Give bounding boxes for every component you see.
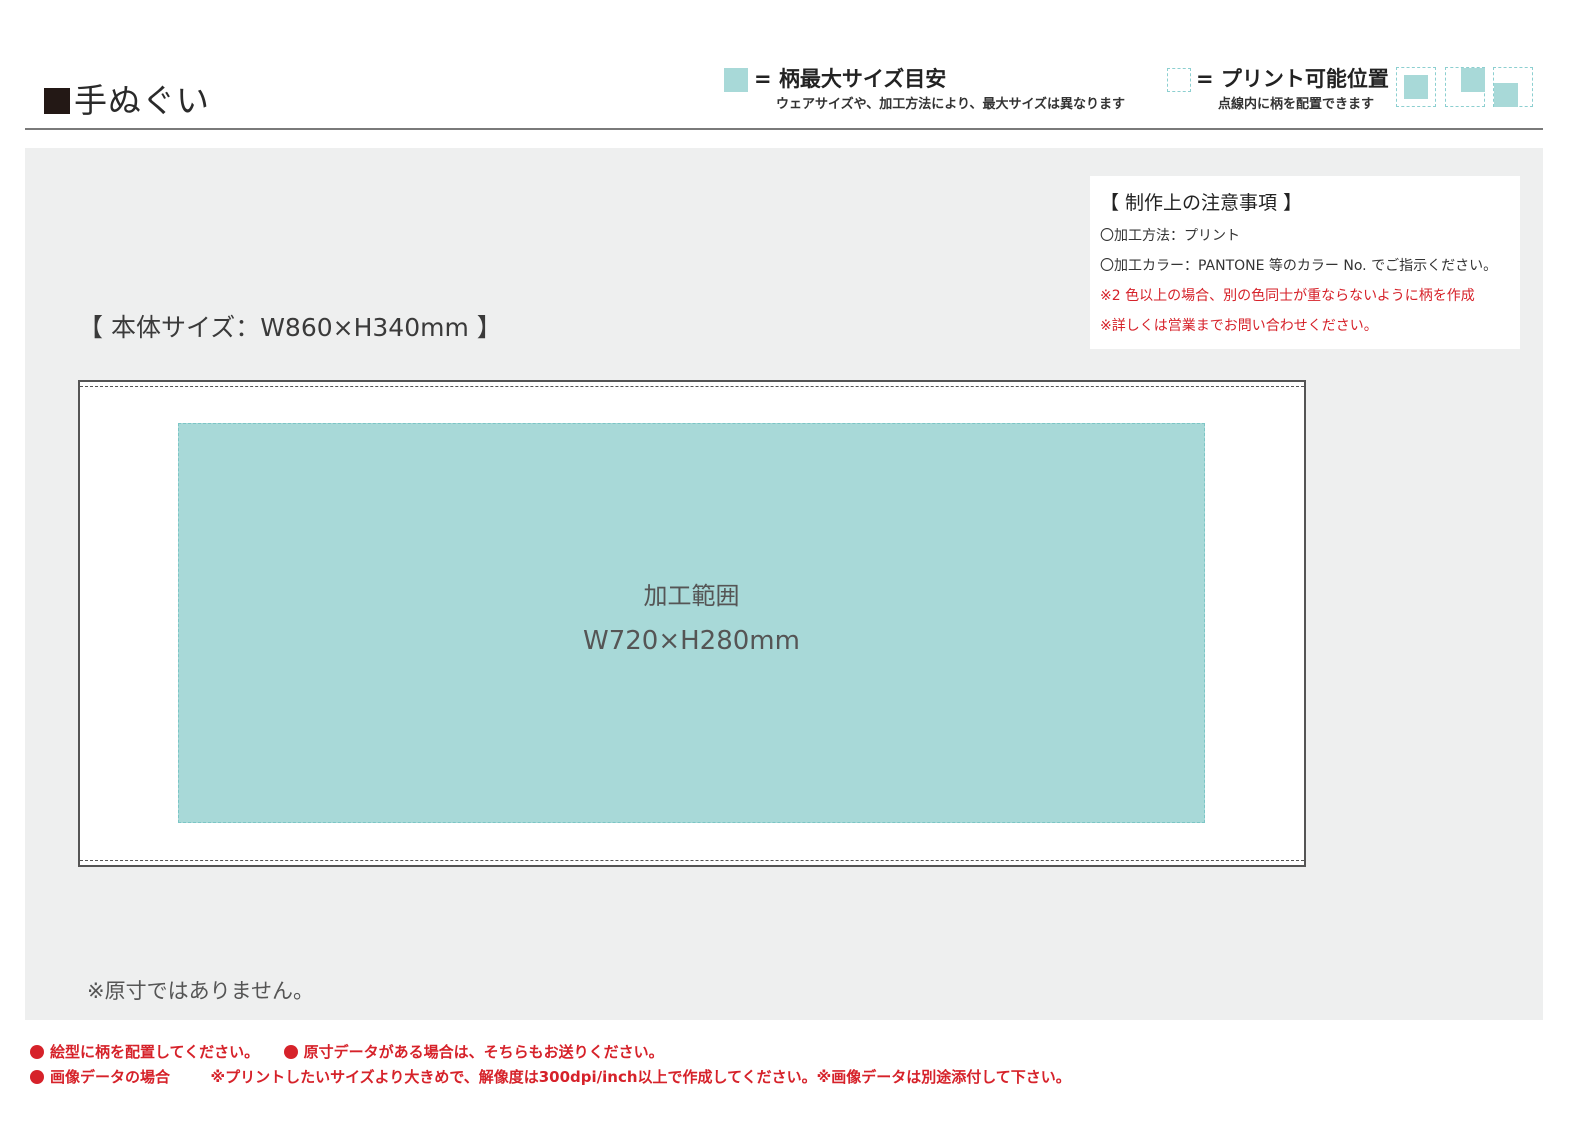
position-fill bbox=[1461, 68, 1485, 92]
notes-title: 【 制作上の注意事項 】 bbox=[1100, 192, 1303, 214]
legend-max-size-note: ウェアサイズや、加工方法により、最大サイズは異なります bbox=[776, 97, 1126, 112]
position-fill bbox=[1494, 83, 1518, 107]
page-title: 手ぬぐい bbox=[44, 74, 210, 122]
position-fill bbox=[1404, 75, 1428, 99]
footer-instruction-2: 原寸データがある場合は、そちらもお送りください。 bbox=[303, 1043, 664, 1061]
position-example-center bbox=[1396, 67, 1436, 107]
footer-instruction-1: 絵型に柄を配置してください。 bbox=[50, 1043, 260, 1061]
note-contact: ※詳しくは営業までお問い合わせください。 bbox=[1100, 318, 1378, 334]
note-overlap-warning: ※2 色以上の場合、別の色同士が重ならないように柄を作成 bbox=[1100, 288, 1475, 304]
production-notes-box: 【 制作上の注意事項 】 〇加工方法：プリント 〇加工カラー：PANTONE 等… bbox=[1090, 176, 1520, 349]
page-title-text: 手ぬぐい bbox=[74, 81, 210, 120]
footer-image-data-note: ※プリントしたいサイズより大きめで、解像度は300dpi/inch以上で作成して… bbox=[210, 1068, 1071, 1086]
note-method: 〇加工方法：プリント bbox=[1100, 228, 1240, 244]
header-divider bbox=[25, 128, 1543, 130]
bullet-icon bbox=[30, 1070, 44, 1084]
bullet-icon bbox=[30, 1045, 44, 1059]
footer-line-2: 画像データの場合 ※プリントしたいサイズより大きめで、解像度は300dpi/in… bbox=[30, 1066, 1071, 1087]
hem-stitch-top bbox=[80, 386, 1304, 387]
hem-stitch-bottom bbox=[80, 860, 1304, 861]
footer-image-data-label: 画像データの場合 bbox=[50, 1068, 171, 1086]
not-actual-size-note: ※原寸ではありません。 bbox=[87, 979, 314, 1003]
position-example-top-right bbox=[1445, 67, 1485, 107]
max-size-swatch bbox=[724, 68, 748, 92]
print-area-label: 加工範囲 bbox=[643, 582, 740, 610]
body-size-label: 【 本体サイズ：W860×H340mm 】 bbox=[78, 313, 502, 342]
black-square-icon bbox=[44, 88, 70, 114]
bullet-icon bbox=[283, 1045, 298, 1059]
legend-printable-label: = プリント可能位置 bbox=[1196, 67, 1389, 91]
note-color: 〇加工カラー：PANTONE 等のカラー No. でご指示ください。 bbox=[1100, 258, 1498, 274]
print-area: 加工範囲 W720×H280mm bbox=[178, 423, 1205, 823]
print-area-size: W720×H280mm bbox=[583, 626, 800, 656]
legend-max-size-label: = 柄最大サイズ目安 bbox=[754, 67, 947, 91]
footer-line-1: 絵型に柄を配置してください。 原寸データがある場合は、そちらもお送りください。 bbox=[30, 1041, 664, 1062]
legend-printable-note: 点線内に柄を配置できます bbox=[1218, 97, 1375, 112]
position-example-bottom-left bbox=[1493, 67, 1533, 107]
printable-position-swatch bbox=[1167, 68, 1191, 92]
